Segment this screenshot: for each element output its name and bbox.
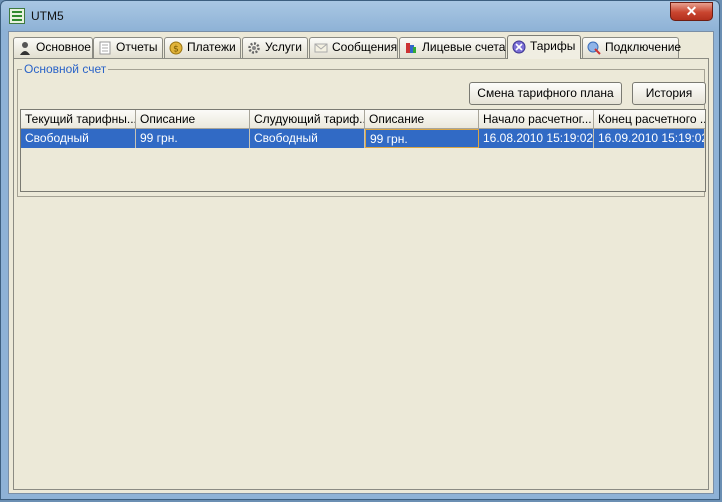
table-cell[interactable]: 16.09.2010 15:19:02 [594, 129, 705, 148]
tab-label: Услуги [265, 40, 302, 54]
tab-label: Сообщения [332, 40, 398, 54]
tab-accounts[interactable]: Лицевые счета [399, 37, 506, 58]
app-icon [9, 8, 25, 24]
connection-icon [587, 41, 601, 55]
coin-icon: $ [169, 41, 183, 55]
accounts-icon [406, 43, 416, 53]
client-area: Основное Отчеты $ Платежи Услуги Сообщен… [8, 31, 714, 494]
document-icon [99, 41, 111, 55]
column-header[interactable]: Описание [365, 110, 479, 129]
tab-payments[interactable]: $ Платежи [164, 37, 241, 58]
tab-reports[interactable]: Отчеты [93, 37, 163, 58]
tariff-icon [512, 40, 526, 54]
tab-label: Основное [36, 40, 91, 54]
table-cell[interactable]: Свободный [250, 129, 365, 148]
change-tariff-plan-button[interactable]: Смена тарифного плана [469, 82, 622, 105]
tab-label: Лицевые счета [422, 40, 506, 54]
main-account-group: Основной счет Смена тарифного плана Исто… [17, 62, 706, 197]
tab-main[interactable]: Основное [13, 37, 93, 58]
user-icon [20, 42, 30, 55]
tab-label: Тарифы [530, 39, 576, 53]
tab-services[interactable]: Услуги [242, 37, 308, 58]
tariff-table: Текущий тарифны... Описание Слудующий та… [20, 109, 706, 192]
tab-tariffs[interactable]: Тарифы [507, 35, 581, 59]
table-cell[interactable]: 16.08.2010 15:19:02 [479, 129, 594, 148]
window-title: UTM5 [31, 9, 64, 23]
table-cell[interactable]: 99 грн. [136, 129, 250, 148]
tab-label: Подключение [605, 40, 682, 54]
column-header[interactable]: Конец расчетного ... [594, 110, 705, 129]
table-cell[interactable]: Свободный [21, 129, 136, 148]
tariffs-panel: Основной счет Смена тарифного плана Исто… [13, 58, 709, 490]
envelope-icon [314, 43, 328, 53]
table-row[interactable]: Свободный 99 грн. Свободный 99 грн. 16.0… [21, 129, 705, 148]
tab-label: Отчеты [116, 40, 158, 54]
column-header[interactable]: Слудующий тариф... [250, 110, 365, 129]
app-window: UTM5 ✕ Основное Отчеты $ Платежи Услуги [0, 0, 720, 500]
close-icon: ✕ [685, 3, 698, 19]
table-header: Текущий тарифны... Описание Слудующий та… [21, 110, 705, 129]
column-header[interactable]: Описание [136, 110, 250, 129]
close-button[interactable]: ✕ [670, 2, 713, 21]
tab-connection[interactable]: Подключение [582, 37, 682, 58]
column-header[interactable]: Текущий тарифны... [21, 110, 136, 129]
table-cell[interactable]: 99 грн. [365, 129, 479, 148]
svg-text:$: $ [173, 45, 179, 55]
gear-icon [248, 42, 260, 54]
column-header[interactable]: Начало расчетног... [479, 110, 594, 129]
title-bar[interactable]: UTM5 ✕ [1, 1, 719, 31]
history-button[interactable]: История [632, 82, 706, 105]
group-title: Основной счет [22, 62, 109, 76]
tab-label: Платежи [187, 40, 236, 54]
tab-messages[interactable]: Сообщения [309, 37, 398, 58]
